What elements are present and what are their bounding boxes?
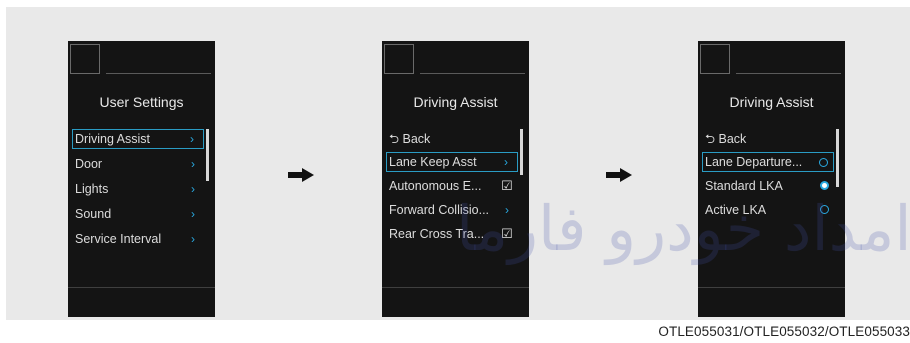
option-label: Lane Departure... xyxy=(705,155,803,169)
back-label: Back xyxy=(718,132,747,146)
screen-corner-box xyxy=(700,44,730,74)
footer-divider xyxy=(68,287,215,288)
menu-item-driving-assist[interactable]: Driving Assist › xyxy=(72,129,204,149)
footer-divider xyxy=(698,287,845,288)
option-lane-departure[interactable]: Lane Departure... xyxy=(702,152,834,172)
chevron-right-icon: › xyxy=(191,182,195,196)
watermark-logo: امداد خودرو فارما xyxy=(456,192,910,265)
chevron-right-icon: › xyxy=(190,132,194,146)
menu-item-label: Lane Keep Asst xyxy=(389,155,477,169)
chevron-right-icon: › xyxy=(504,155,508,169)
menu-item-service-interval[interactable]: Service Interval › xyxy=(72,229,204,249)
screen-title: Driving Assist xyxy=(729,94,814,110)
figure-background: User Settings Driving Assist › Door › Li… xyxy=(6,7,910,320)
back-button[interactable]: ⮌ Back xyxy=(702,129,834,149)
screen-title: Driving Assist xyxy=(413,94,498,110)
menu-item-label: Driving Assist xyxy=(75,132,151,146)
chevron-right-icon: › xyxy=(191,157,195,171)
menu-item-label: Door xyxy=(75,157,103,171)
scrollbar[interactable] xyxy=(206,129,209,181)
back-button[interactable]: ⮌ Back xyxy=(386,129,518,149)
figure-caption: OTLE055031/OTLE055032/OTLE055033 xyxy=(658,324,910,339)
radio-off-icon[interactable] xyxy=(819,158,828,167)
menu-item-label: Sound xyxy=(75,207,112,221)
chevron-right-icon: › xyxy=(191,207,195,221)
arrow-right-icon xyxy=(606,168,632,182)
scrollbar[interactable] xyxy=(836,129,839,187)
footer-divider xyxy=(382,287,529,288)
header-divider xyxy=(736,73,841,74)
screen-title: User Settings xyxy=(99,94,184,110)
radio-on-icon[interactable] xyxy=(820,181,829,190)
menu-item-label: Lights xyxy=(75,182,109,196)
screen-lane-keep-asst: Driving Assist ⮌ Back Lane Departure... … xyxy=(698,41,845,317)
header-divider xyxy=(420,73,525,74)
screen-corner-box xyxy=(384,44,414,74)
screen-user-settings: User Settings Driving Assist › Door › Li… xyxy=(68,41,215,317)
back-icon: ⮌ xyxy=(389,132,400,146)
back-label: Back xyxy=(402,132,431,146)
screen-driving-assist: Driving Assist ⮌ Back Lane Keep Asst › A… xyxy=(382,41,529,317)
menu-item-sound[interactable]: Sound › xyxy=(72,204,204,224)
menu-item-lane-keep-asst[interactable]: Lane Keep Asst › xyxy=(386,152,518,172)
scrollbar[interactable] xyxy=(520,129,523,175)
arrow-right-icon xyxy=(288,168,314,182)
menu-item-door[interactable]: Door › xyxy=(72,154,204,174)
screen-corner-box xyxy=(70,44,100,74)
menu-item-lights[interactable]: Lights › xyxy=(72,179,204,199)
header-divider xyxy=(106,73,211,74)
menu-item-label: Service Interval xyxy=(75,232,162,246)
back-icon: ⮌ xyxy=(705,132,716,146)
chevron-right-icon: › xyxy=(191,232,195,246)
